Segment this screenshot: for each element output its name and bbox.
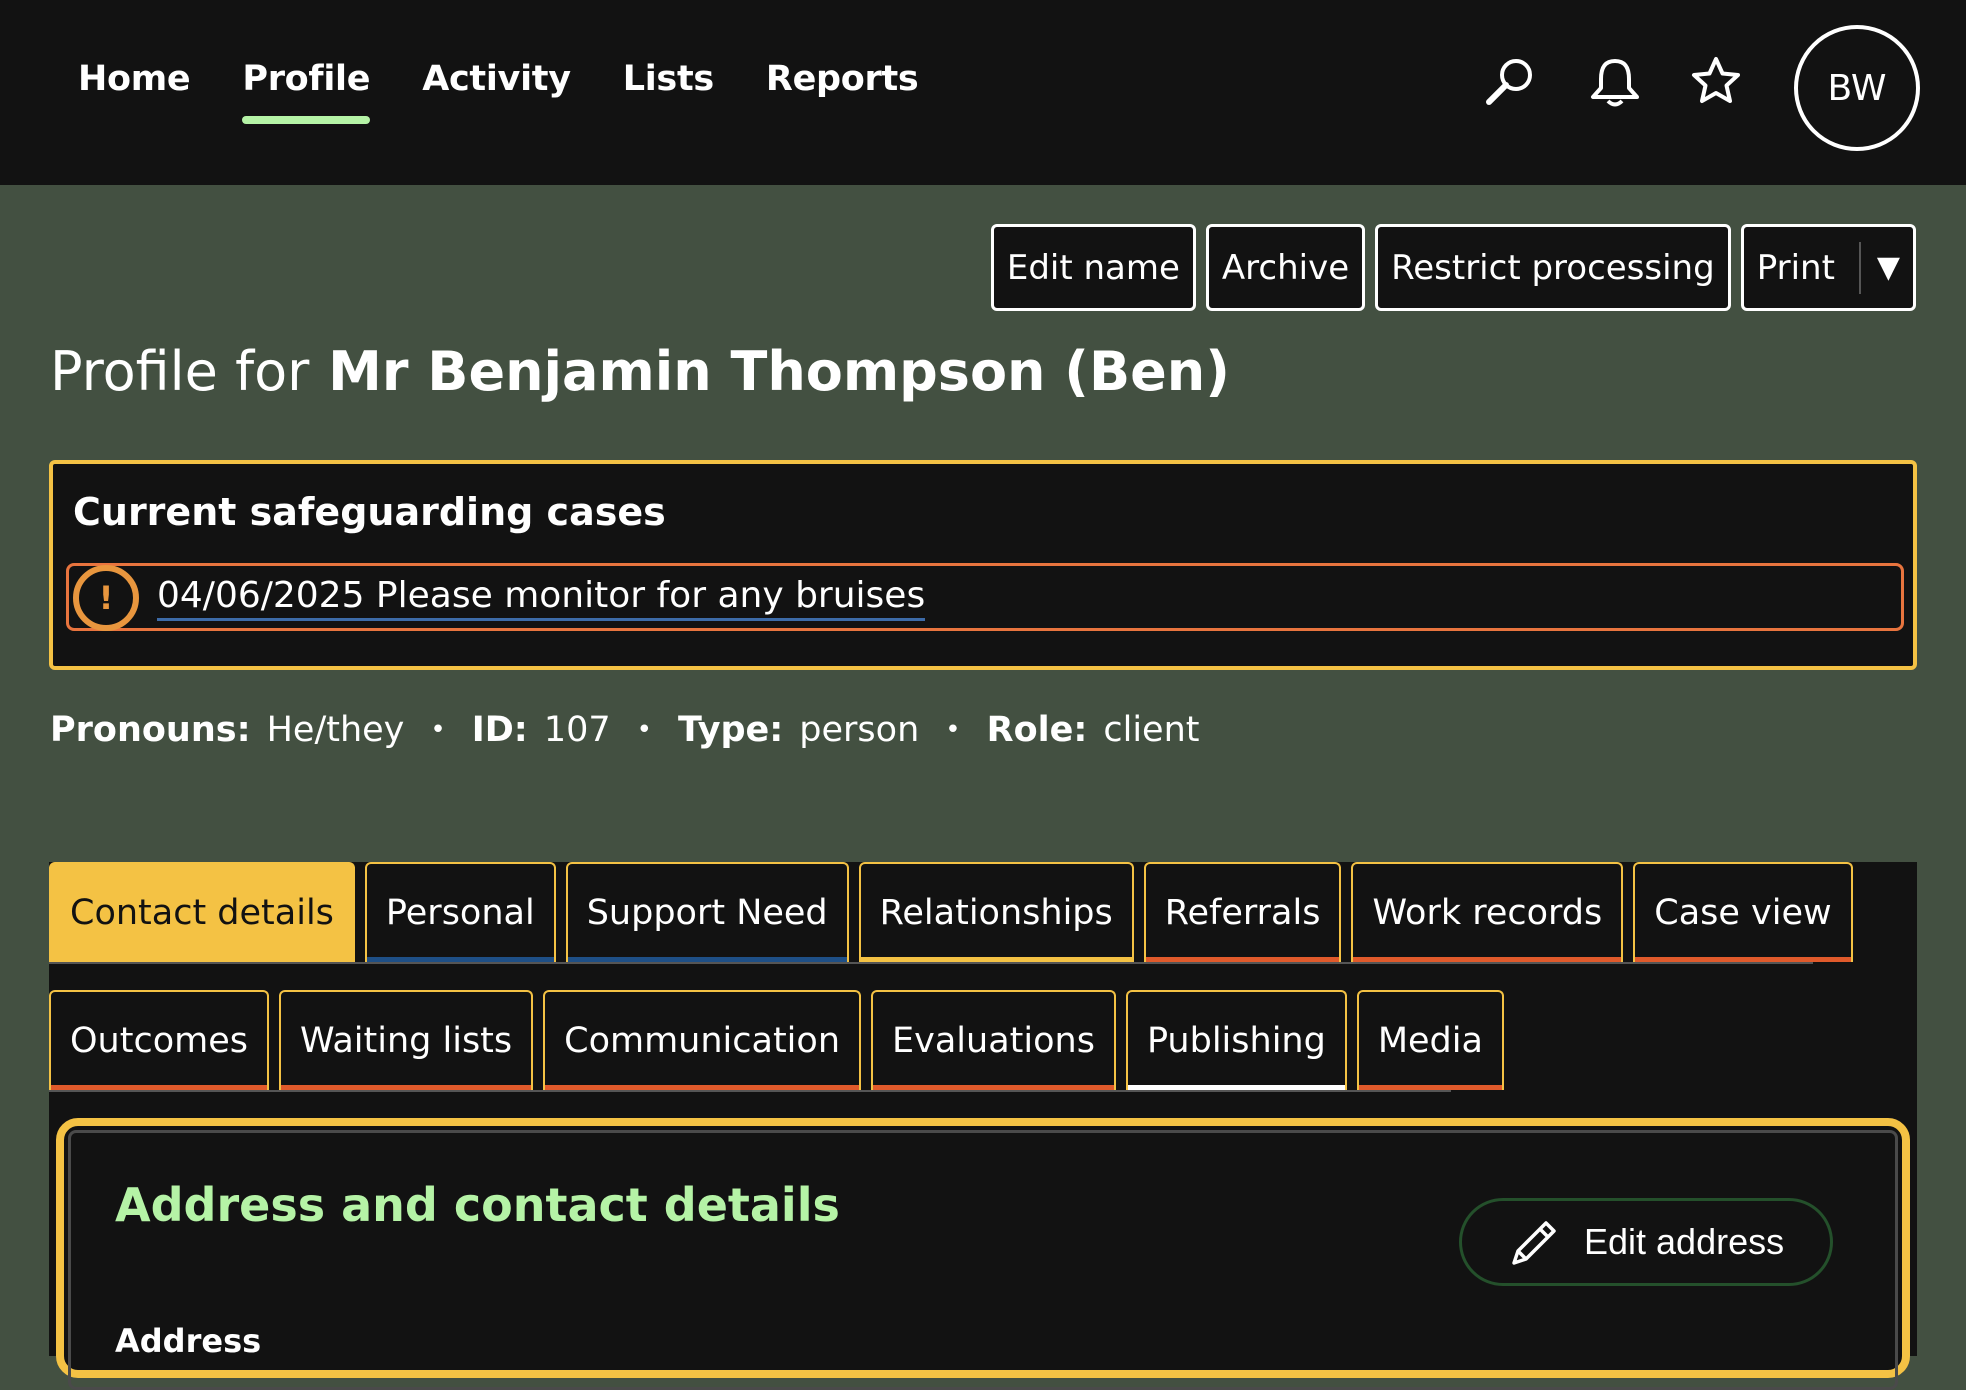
id-value: 107 [543,710,611,750]
address-heading: Address [115,1322,262,1360]
type-label: Type: [677,710,784,750]
star-icon [1692,57,1740,103]
bell-icon [1591,59,1639,107]
archive-button[interactable]: Archive [1205,224,1366,311]
tab-media[interactable]: Media [1356,990,1504,1090]
type-value: person [799,710,920,750]
tab-row-divider [49,1090,1451,1092]
profile-meta: Pronouns: He/they • ID: 107 • Type: pers… [50,710,1200,750]
tab-referrals[interactable]: Referrals [1143,862,1342,962]
id-label: ID: [471,710,528,750]
page-title-prefix: Profile for [50,340,310,403]
tab-work-records[interactable]: Work records [1351,862,1624,962]
main-nav: Home Profile Activity Lists Reports [52,0,944,185]
print-button-divider [1858,241,1861,294]
nav-activity[interactable]: Activity [396,0,597,158]
tab-case-view[interactable]: Case view [1633,862,1853,962]
pronouns-value: He/they [266,710,405,750]
tab-outcomes[interactable]: Outcomes [49,990,269,1090]
tab-contact-details[interactable]: Contact details [49,862,355,962]
contact-details-panel: Address and contact details Edit address… [56,1118,1910,1390]
safeguarding-title: Current safeguarding cases [73,490,666,534]
tab-row-2: Outcomes Waiting lists Communication Eva… [49,990,1504,1092]
tab-row-divider [49,962,1813,964]
tab-communication[interactable]: Communication [543,990,862,1090]
top-navigation-bar: Home Profile Activity Lists Reports BW [0,0,1966,185]
safeguarding-case-link[interactable]: 04/06/2025 Please monitor for any bruise… [157,575,926,621]
panel-title: Address and contact details [115,1178,840,1232]
tab-publishing[interactable]: Publishing [1125,990,1347,1090]
tab-row-1: Contact details Personal Support Need Re… [49,862,1853,964]
role-label: Role: [986,710,1088,750]
tab-relationships[interactable]: Relationships [858,862,1134,962]
meta-separator: • [430,715,446,745]
safeguarding-case-item: ! 04/06/2025 Please monitor for any brui… [66,563,1904,631]
edit-address-button[interactable]: Edit address [1459,1198,1833,1286]
tab-support-need[interactable]: Support Need [565,862,849,962]
search-button[interactable] [1480,52,1540,112]
edit-address-label: Edit address [1584,1221,1785,1262]
safeguarding-cases-panel: Current safeguarding cases ! 04/06/2025 … [49,460,1917,670]
nav-home[interactable]: Home [52,0,216,158]
role-value: client [1103,710,1200,750]
tab-personal[interactable]: Personal [364,862,556,962]
notifications-button[interactable] [1585,52,1645,112]
meta-separator: • [945,715,961,745]
edit-name-button[interactable]: Edit name [990,224,1196,311]
tab-evaluations[interactable]: Evaluations [871,990,1116,1090]
nav-reports[interactable]: Reports [740,0,945,158]
pencil-icon [1512,1221,1556,1265]
search-icon [1486,59,1532,105]
print-split-button[interactable]: Print ▼ [1740,224,1916,311]
alert-icon: ! [73,565,139,631]
profile-actions: Edit name Archive Restrict processing Pr… [990,224,1916,311]
page-title: Profile for Mr Benjamin Thompson (Ben) [50,340,1230,403]
user-avatar[interactable]: BW [1794,25,1920,151]
meta-separator: • [636,715,652,745]
chevron-down-icon[interactable]: ▼ [1877,250,1900,285]
restrict-processing-button[interactable]: Restrict processing [1375,224,1731,311]
nav-lists[interactable]: Lists [597,0,740,158]
client-name: Mr Benjamin Thompson (Ben) [328,340,1230,403]
tab-waiting-lists[interactable]: Waiting lists [278,990,534,1090]
pronouns-label: Pronouns: [50,710,251,750]
favourites-button[interactable] [1686,52,1746,112]
print-button-label: Print [1756,247,1835,288]
nav-profile[interactable]: Profile [216,0,396,158]
